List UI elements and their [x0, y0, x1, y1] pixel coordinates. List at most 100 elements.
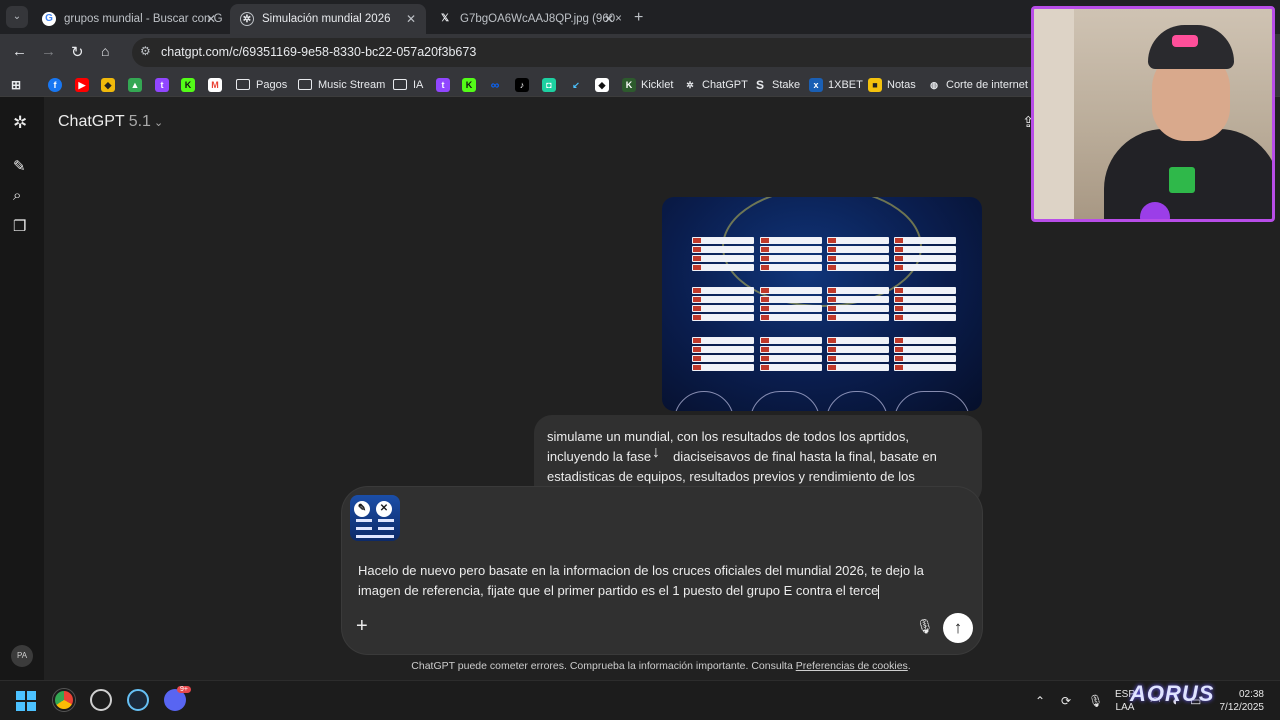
- youtube-icon[interactable]: ▶: [75, 76, 94, 93]
- group-f-card: [760, 281, 822, 323]
- webcam-overlay: [1031, 6, 1275, 222]
- kick-icon[interactable]: K: [181, 76, 200, 93]
- notification-badge: 9+: [177, 686, 191, 693]
- stake-icon: S: [755, 77, 764, 92]
- cookie-preferences-link[interactable]: Preferencias de cookies: [796, 660, 908, 672]
- chevron-up-icon[interactable]: ⌃: [1035, 694, 1045, 708]
- user-message-line: estadisticas de equipos, resultados prev…: [547, 469, 915, 484]
- close-icon[interactable]: ✕: [604, 12, 614, 26]
- tab-google-search[interactable]: G grupos mundial - Buscar con G ✕: [32, 4, 226, 34]
- home-icon[interactable]: ⌂: [101, 43, 109, 59]
- chevron-down-icon: ⌄: [153, 117, 164, 129]
- library-icon[interactable]: ❐: [13, 217, 26, 235]
- microphone-icon[interactable]: 🎙: [916, 618, 934, 635]
- app-icon[interactable]: [90, 689, 112, 711]
- close-icon[interactable]: ✕: [206, 12, 216, 26]
- notes-icon: ■: [868, 77, 882, 92]
- bookmark-kicklet[interactable]: K Kicklet: [622, 76, 673, 93]
- microphone-icon[interactable]: 🎙: [1088, 694, 1103, 708]
- address-bar[interactable]: ⚙ chatgpt.com/c/69351169-9e58-8330-bc22-…: [132, 38, 1172, 67]
- bookmark-ia[interactable]: IA: [393, 76, 423, 93]
- steam-icon[interactable]: [127, 689, 149, 711]
- 1xbet-icon: x: [809, 77, 823, 92]
- model-version: 5.1: [128, 113, 151, 130]
- new-chat-icon[interactable]: ✎: [13, 157, 26, 175]
- folder-icon: [298, 79, 312, 90]
- scroll-down-arrow-icon[interactable]: ↓: [652, 444, 660, 462]
- reload-icon[interactable]: ↻: [71, 43, 84, 61]
- send-button[interactable]: ↑: [943, 613, 973, 643]
- new-tab-button[interactable]: +: [634, 9, 643, 27]
- tiktok-icon[interactable]: ♪: [515, 76, 534, 93]
- group-k-card: [827, 331, 889, 373]
- model-selector[interactable]: ChatGPT 5.1 ⌄: [58, 113, 163, 131]
- bookmark-music-stream[interactable]: Music Stream: [298, 76, 385, 93]
- tab-search-button[interactable]: ⌄: [6, 6, 28, 28]
- x-icon: 𝕏: [440, 13, 450, 24]
- twitch-icon[interactable]: t: [436, 76, 455, 93]
- globe-icon: ◍: [930, 79, 938, 90]
- tab-simulacion-mundial[interactable]: ✲ Simulación mundial 2026 ✕: [230, 4, 426, 34]
- meta-icon[interactable]: ∞: [488, 76, 507, 93]
- kicklet-icon: K: [622, 77, 636, 92]
- group-l-card: [894, 331, 956, 373]
- prompt-input[interactable]: Hacelo de nuevo pero basate en la inform…: [358, 561, 958, 601]
- tab-title: G7bgOA6WcAAJ8QP.jpg (960×: [460, 13, 622, 25]
- sync-icon[interactable]: ⟳: [1061, 694, 1071, 708]
- search-icon[interactable]: ⌕: [13, 187, 21, 204]
- disclaimer: ChatGPT puede cometer errores. Comprueba…: [411, 660, 911, 672]
- group-j-card: [760, 331, 822, 373]
- address-url[interactable]: chatgpt.com/c/69351169-9e58-8330-bc22-05…: [161, 45, 476, 59]
- add-attachment-button[interactable]: +: [356, 615, 368, 638]
- group-i-card: [692, 331, 754, 373]
- tool-icon[interactable]: ↙: [569, 76, 588, 93]
- bookmark-corte-internet[interactable]: ◍ Corte de internet st: [927, 76, 1040, 93]
- back-arrow-icon[interactable]: ←: [12, 43, 27, 60]
- twitch-icon[interactable]: t: [155, 76, 174, 93]
- tab-title: Simulación mundial 2026: [262, 13, 391, 25]
- apps-grid-icon[interactable]: ⊞: [9, 76, 28, 93]
- forward-arrow-icon[interactable]: →: [41, 43, 56, 60]
- chatgpt-logo-icon[interactable]: ✲: [13, 113, 27, 133]
- group-a-card: [692, 231, 754, 273]
- group-b-card: [760, 231, 822, 273]
- binance-icon[interactable]: ◆: [101, 76, 120, 93]
- group-g-card: [827, 281, 889, 323]
- user-message-line: incluyendo la fase diaciseisavos de final…: [547, 449, 937, 464]
- user-message-line: simulame un mundial, con los resultados …: [547, 429, 910, 444]
- shirt-logo: [1169, 167, 1195, 193]
- bookmark-pagos[interactable]: Pagos: [236, 76, 287, 93]
- attached-image[interactable]: [662, 197, 982, 411]
- bookmark-1xbet[interactable]: x 1XBET: [809, 76, 863, 93]
- group-h-card: [894, 281, 956, 323]
- bookmark-notas[interactable]: ■ Notas: [868, 76, 916, 93]
- message-composer: ✎ ✕ Hacelo de nuevo pero basate en la in…: [342, 487, 982, 654]
- chatgpt-icon: ✲: [686, 79, 694, 90]
- group-e-card: [692, 281, 754, 323]
- chatgpt-icon: ✲: [240, 12, 254, 26]
- bookmark-stake[interactable]: S Stake: [753, 76, 800, 93]
- group-d-card: [894, 231, 956, 273]
- kick-icon[interactable]: K: [462, 76, 481, 93]
- chrome-icon[interactable]: [53, 689, 75, 711]
- google-icon: G: [42, 12, 56, 26]
- tab-image[interactable]: 𝕏 G7bgOA6WcAAJ8QP.jpg (960× ✕: [428, 4, 624, 34]
- gmail-icon[interactable]: M: [208, 76, 227, 93]
- site-info-icon[interactable]: ⚙: [140, 44, 151, 58]
- edit-icon[interactable]: ✎: [354, 501, 370, 517]
- folder-icon: [393, 79, 407, 90]
- app-icon[interactable]: ◘: [542, 76, 561, 93]
- drive-icon[interactable]: ▲: [128, 76, 147, 93]
- windows-start-icon[interactable]: [16, 691, 36, 711]
- app-name: ChatGPT: [58, 113, 125, 130]
- group-c-card: [827, 231, 889, 273]
- close-icon[interactable]: ✕: [406, 12, 416, 26]
- clock[interactable]: 02:38 7/12/2025: [1212, 688, 1265, 714]
- app-icon-2[interactable]: ◆: [595, 76, 614, 93]
- tab-title: grupos mundial - Buscar con G: [64, 13, 223, 25]
- close-icon[interactable]: ✕: [376, 501, 392, 517]
- bookmark-chatgpt[interactable]: ✲ ChatGPT: [683, 76, 748, 93]
- taskbar: 9+ ⌃ ⟳ 🎙 ESP LAA ◠ ◖ ▭ AORUS 02:38 7/12/20…: [0, 680, 1280, 720]
- attachment-thumbnail[interactable]: ✎ ✕: [350, 495, 400, 541]
- facebook-icon[interactable]: f: [48, 76, 67, 93]
